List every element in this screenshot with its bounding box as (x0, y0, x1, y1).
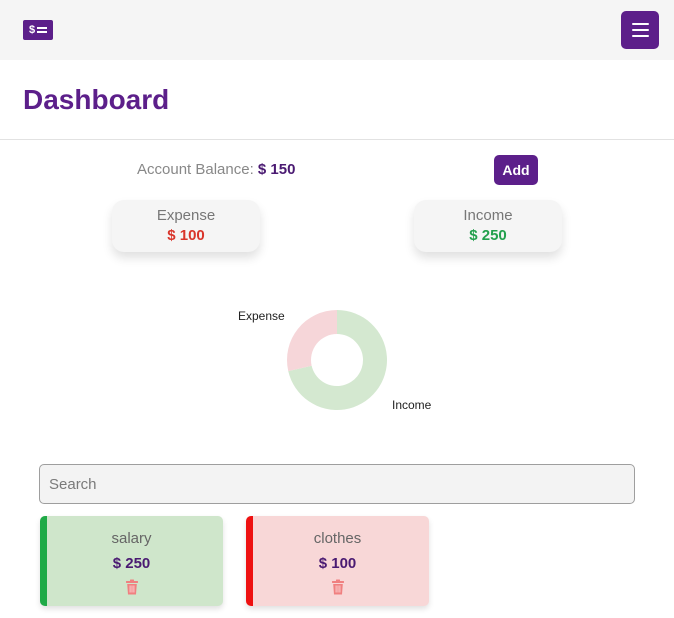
transaction-amount: $ 250 (112, 555, 151, 572)
balance-value: $ 150 (257, 161, 296, 178)
balance-label: Account Balance: (137, 161, 254, 178)
expense-label: Expense (156, 207, 216, 224)
money-list-icon[interactable]: $ (23, 20, 53, 40)
income-summary-card: Income $ 250 (414, 200, 562, 252)
transaction-name: clothes (313, 530, 362, 547)
expense-value: $ 100 (167, 227, 205, 244)
transaction-card-expense[interactable]: clothes $ 100 (246, 516, 429, 606)
donut-label-income: Income (392, 398, 432, 412)
transaction-name: salary (111, 530, 152, 547)
hamburger-menu-button[interactable] (621, 11, 659, 49)
add-button[interactable]: Add (494, 155, 538, 185)
logo-lines (37, 27, 48, 33)
transaction-card-income[interactable]: salary $ 250 (40, 516, 223, 606)
trash-icon[interactable] (331, 579, 345, 595)
account-balance: Account Balance: $ 150 (137, 161, 295, 178)
transaction-amount: $ 100 (318, 555, 357, 572)
hamburger-icon (631, 23, 649, 25)
donut-slice-expense (287, 310, 337, 372)
header-divider (0, 139, 674, 140)
expense-indicator-bar (246, 516, 253, 606)
trash-icon[interactable] (125, 579, 139, 595)
page-title: Dashboard (23, 84, 170, 115)
donut-label-expense: Expense (238, 309, 285, 323)
top-navbar: $ (0, 0, 674, 60)
income-label: Income (463, 207, 513, 224)
income-value: $ 250 (469, 227, 507, 244)
expense-summary-card: Expense $ 100 (112, 200, 260, 252)
logo-dollar-sign: $ (28, 24, 36, 36)
search-input[interactable] (39, 464, 635, 504)
income-indicator-bar (40, 516, 47, 606)
expense-income-donut-chart: Expense Income (238, 309, 432, 412)
